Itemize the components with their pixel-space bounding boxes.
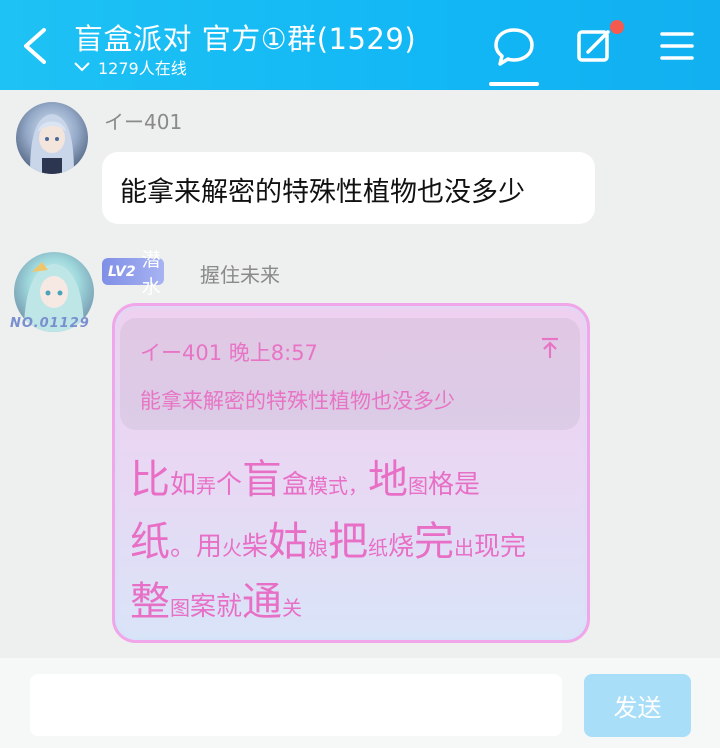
message-text: 能拿来解密的特殊性植物也没多少 [120,177,525,208]
text-fragment: 案就 [190,592,243,622]
back-arrow-icon[interactable] [18,26,54,66]
text-fragment: 娘 [308,536,329,560]
jump-to-original-icon[interactable] [540,336,560,360]
text-fragment: 出 [454,536,475,560]
avatar[interactable] [16,102,88,174]
text-fragment: 关 [282,596,303,620]
message-input[interactable] [30,674,562,736]
text-fragment: 个 [216,470,243,500]
rank-title: 潜水 [141,248,161,298]
text-fragment: 图 [170,596,190,620]
online-count[interactable]: 1279人在线 [74,55,187,79]
message-bubble[interactable]: 能拿来解密的特殊性植物也没多少 [102,152,595,224]
menu-icon[interactable] [656,24,700,68]
sender-name[interactable]: 握住未来 [200,259,280,288]
text-fragment: 模式， [308,474,369,498]
text-fragment: 格是 [428,470,481,500]
text-fragment: 通 [242,579,283,625]
text-fragment: 。用 [170,532,223,562]
text-fragment: 盲 [242,457,283,503]
message-text-line: 整图案就通关 [130,582,302,622]
notification-dot [610,20,624,34]
chat-bubble-icon[interactable] [492,24,536,68]
quote-text: 能拿来解密的特殊性植物也没多少 [140,389,455,413]
level-badge: LV2 潜水 [102,249,164,298]
text-fragment: 弄 [196,474,217,498]
avatar-badge: NO.01129 [10,316,90,331]
quote-meta: イー401 晚上8:57 [140,341,318,365]
text-fragment: 比 [130,457,170,503]
text-fragment: 柴 [242,532,269,562]
chevron-down-icon [74,62,90,72]
text-fragment: 完 [414,519,455,565]
message-text-line: 比如弄个盲盒模式，地图格是 [130,460,480,500]
text-fragment: 如 [170,470,197,500]
text-fragment: 姑 [268,519,309,565]
message-text-line: 纸。用火柴姑娘把纸烧完出现完 [130,522,526,562]
text-fragment: 纸 [130,519,170,565]
text-fragment: 纸 [368,536,389,560]
group-title[interactable]: 盲盒派对 官方①群(1529) [74,16,416,58]
text-fragment: 盒 [282,470,309,500]
text-fragment: 整 [130,579,170,625]
anime-girl-avatar-icon [30,114,74,174]
text-fragment: 把 [328,519,369,565]
text-fragment: 现完 [474,532,527,562]
text-fragment: 火 [222,536,243,560]
level-tag: LV2 [108,263,136,280]
send-button[interactable]: 发送 [584,674,691,737]
online-count-label: 1279人在线 [98,59,187,78]
chat-header: 盲盒派对 官方①群(1529) 1279人在线 [0,0,720,90]
sender-name[interactable]: イー401 [104,106,182,135]
text-fragment: 图 [408,474,429,498]
text-fragment: 烧 [388,532,415,562]
text-fragment: 地 [368,457,409,503]
active-tab-indicator [489,82,539,86]
